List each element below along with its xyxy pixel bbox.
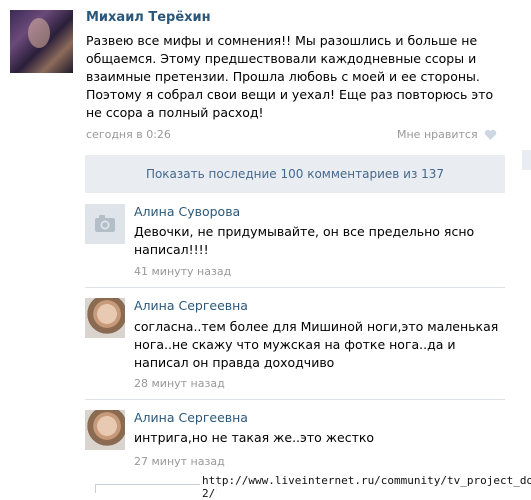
wall-post: Михаил Терёхин Развею все мифы и сомнени… [0,0,531,150]
like-button[interactable]: Мне нравится [397,128,497,141]
commenter-avatar[interactable] [85,298,125,338]
comment-timestamp[interactable]: 28 минут назад [134,377,225,390]
post-author-link[interactable]: Михаил Терёхин [86,10,211,25]
like-label: Мне нравится [397,128,478,141]
comment-text: согласна..тем более для Мишиной ноги,это… [134,319,499,370]
comment-timestamp[interactable]: 41 минуту назад [134,265,231,278]
post-text: Развею все мифы и сомнения!! Мы разошлис… [86,33,494,120]
watermark-url: http://www.liveinternet.ru/community/tv_… [200,474,531,500]
comment-author-link[interactable]: Алина Сергеевна [134,410,248,425]
commenter-avatar[interactable] [85,410,125,450]
scrollbar-thumb[interactable] [522,150,531,170]
comment-text: Девочки, не придумывайте, он все предель… [134,224,475,257]
post-timestamp[interactable]: сегодня в 0:26 [86,128,171,141]
show-more-comments-button[interactable]: Показать последние 100 комментариев из 1… [85,155,505,193]
comment-divider [85,287,505,288]
comment-author-link[interactable]: Алина Сергеевна [134,298,248,313]
comment-text: интрига,но не такая же..это жестко [134,430,375,445]
heart-icon [484,129,497,140]
comment-author-link[interactable]: Алина Суворова [134,204,240,219]
camera-icon [95,215,115,232]
author-avatar[interactable] [10,10,73,73]
comment-timestamp[interactable]: 27 минут назад [134,455,225,468]
comment-divider [85,399,505,400]
default-avatar[interactable] [85,204,125,244]
